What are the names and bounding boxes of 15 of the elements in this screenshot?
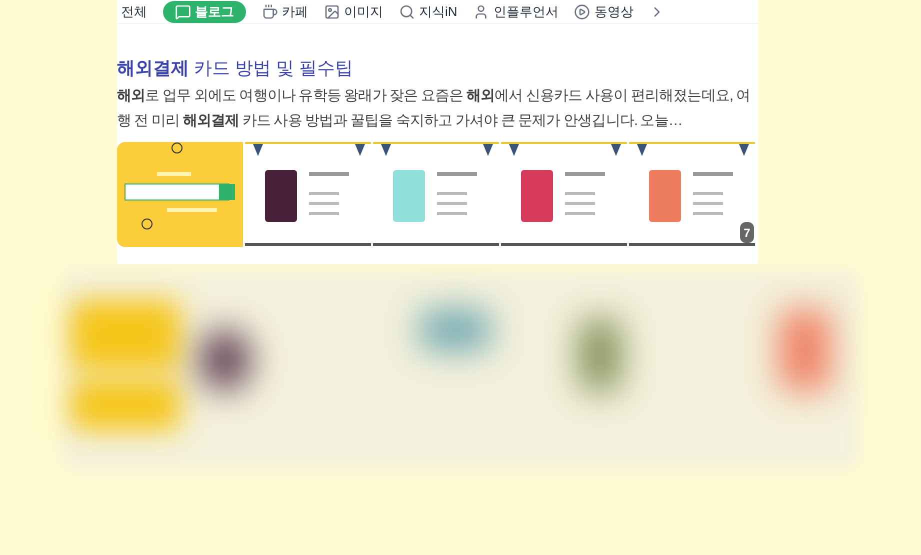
search-tab[interactable]: 이미지 [324, 0, 383, 22]
search-tab[interactable]: 동영상 [574, 0, 634, 22]
result-snippet: 해외로 업무 외에도 여행이나 유학등 왕래가 잦은 요즘은 해외에서 신용카드 사용이 편리해졌는데요, 여행 전 미리 해외결제 카드 사용 방법과 꿀팁을 숙지하고 가셔야 큰 문제가 안생깁니다. 오늘… [117, 87, 751, 131]
more-count-badge: 7 [740, 222, 754, 243]
image-icon [324, 4, 340, 20]
play-icon [574, 4, 590, 20]
search-tab[interactable]: 카페 [262, 0, 308, 22]
chat-icon [175, 4, 191, 20]
cup-icon [262, 4, 278, 20]
search-icon [399, 4, 415, 20]
search-tab[interactable]: 지식iN [399, 0, 458, 22]
result-title[interactable]: 해외결제 카드 방법 및 필수팁 [117, 56, 758, 80]
search-tab[interactable]: 전체 [121, 0, 147, 22]
person-icon [473, 4, 490, 20]
search-tab[interactable]: 인플루언서 [473, 0, 558, 22]
